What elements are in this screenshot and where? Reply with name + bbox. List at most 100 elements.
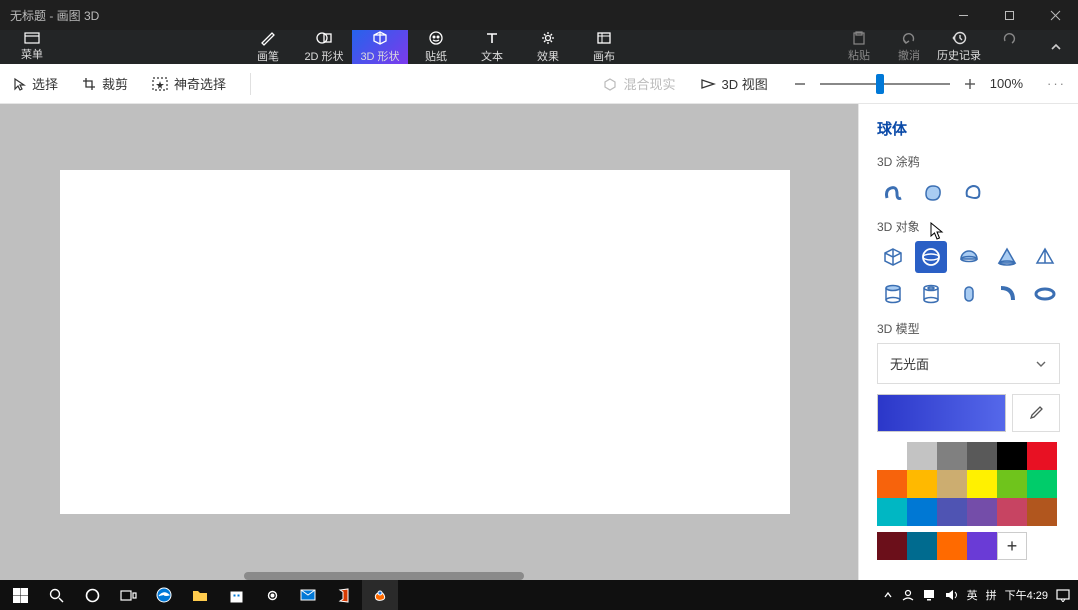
zoom-slider-track[interactable] (820, 83, 950, 85)
color-swatch[interactable] (907, 442, 937, 470)
maximize-button[interactable] (986, 0, 1032, 30)
people-icon[interactable] (901, 588, 915, 602)
cortana-icon (85, 588, 100, 603)
side-panel: 球体 3D 涂鸦 3D 对象 3D 模型 无光面 (858, 104, 1078, 580)
expand-menu-button[interactable]: 菜单 (0, 30, 64, 64)
shape-tube-doodle[interactable] (877, 176, 909, 208)
shape-sphere[interactable] (915, 241, 947, 273)
material-dropdown[interactable]: 无光面 (877, 343, 1060, 384)
color-swatch[interactable] (877, 498, 907, 526)
office-app[interactable] (326, 580, 362, 610)
doodle-section-label: 3D 涂鸦 (877, 153, 1060, 170)
tool-label: 混合现实 (624, 74, 676, 93)
shape-curve[interactable] (991, 278, 1023, 310)
custom-color-swatch[interactable] (877, 532, 907, 560)
notifications-icon[interactable] (1056, 589, 1070, 602)
zoom-slider-thumb[interactable] (876, 74, 884, 94)
edge-app[interactable] (146, 580, 182, 610)
paint3d-app[interactable] (362, 580, 398, 610)
color-swatch[interactable] (997, 442, 1027, 470)
color-swatch[interactable] (967, 498, 997, 526)
collapse-panel-button[interactable] (1034, 30, 1078, 64)
ime-lang[interactable]: 英 (967, 587, 978, 603)
ime-mode[interactable]: 拼 (986, 587, 997, 603)
color-swatch[interactable] (997, 498, 1027, 526)
chevron-up-icon[interactable] (883, 590, 893, 600)
tab-text[interactable]: 文本 (464, 30, 520, 64)
color-swatch[interactable] (1027, 442, 1057, 470)
tab-stickers[interactable]: 贴纸 (408, 30, 464, 64)
color-swatch[interactable] (937, 498, 967, 526)
eyedropper-button[interactable] (1012, 394, 1060, 432)
eyedropper-icon (1028, 405, 1044, 421)
brush-icon (259, 30, 277, 46)
shape-cone[interactable] (991, 241, 1023, 273)
add-color-button[interactable]: + (997, 532, 1027, 560)
more-button[interactable]: ··· (1047, 76, 1066, 91)
color-swatch[interactable] (937, 442, 967, 470)
horizontal-scrollbar[interactable] (244, 572, 524, 580)
zoom-in-button[interactable] (962, 76, 978, 92)
tab-brushes[interactable]: 画笔 (240, 30, 296, 64)
shape-cylinder[interactable] (877, 278, 909, 310)
shape-flat-doodle[interactable] (957, 176, 989, 208)
paste-button[interactable]: 粘贴 (834, 30, 884, 64)
custom-color-swatch[interactable] (967, 532, 997, 560)
settings-app[interactable] (254, 580, 290, 610)
window-title: 无标题 - 画图 3D (0, 7, 940, 24)
tab-2d-shapes[interactable]: 2D 形状 (296, 30, 352, 64)
shape-cube[interactable] (877, 241, 909, 273)
color-swatch[interactable] (1027, 498, 1057, 526)
minimize-button[interactable] (940, 0, 986, 30)
close-button[interactable] (1032, 0, 1078, 30)
volume-icon[interactable] (945, 589, 959, 601)
shape-soft-doodle[interactable] (917, 176, 949, 208)
task-view-button[interactable] (110, 580, 146, 610)
custom-color-swatch[interactable] (937, 532, 967, 560)
tool-label: 神奇选择 (174, 74, 226, 93)
color-swatch[interactable] (877, 442, 907, 470)
clock[interactable]: 下午4:29 (1005, 587, 1048, 603)
tab-canvas[interactable]: 画布 (576, 30, 632, 64)
search-button[interactable] (38, 580, 74, 610)
current-color-swatch[interactable] (877, 394, 1006, 432)
store-app[interactable] (218, 580, 254, 610)
redo-icon (1001, 31, 1017, 45)
color-swatch[interactable] (907, 470, 937, 498)
color-swatch[interactable] (877, 470, 907, 498)
canvas-viewport[interactable] (0, 104, 858, 580)
color-swatch[interactable] (967, 442, 997, 470)
explorer-app[interactable] (182, 580, 218, 610)
color-swatch[interactable] (907, 498, 937, 526)
cortana-button[interactable] (74, 580, 110, 610)
shape-pyramid[interactable] (1029, 241, 1061, 273)
view-3d-tool[interactable]: 3D 视图 (700, 74, 768, 93)
shape-torus[interactable] (1029, 278, 1061, 310)
view3d-icon (700, 77, 716, 91)
select-tool[interactable]: 选择 (12, 74, 58, 93)
separator (250, 73, 251, 95)
redo-button[interactable]: 重做 (984, 30, 1034, 64)
shape-capsule[interactable] (953, 278, 985, 310)
custom-color-swatch[interactable] (907, 532, 937, 560)
tab-3d-shapes[interactable]: 3D 形状 (352, 30, 408, 64)
tab-effects[interactable]: 效果 (520, 30, 576, 64)
color-swatch[interactable] (997, 470, 1027, 498)
shape-cylinder-hole[interactable] (915, 278, 947, 310)
canvas[interactable] (60, 170, 790, 514)
zoom-percent[interactable]: 100% (990, 76, 1023, 91)
color-swatch[interactable] (937, 470, 967, 498)
history-button[interactable]: 历史记录 (934, 30, 984, 64)
crop-tool[interactable]: 裁剪 (82, 74, 128, 93)
context-toolbar: 选择 裁剪 神奇选择 混合现实 3D 视图 100% ··· (0, 64, 1078, 104)
network-icon[interactable] (923, 589, 937, 601)
mail-app[interactable] (290, 580, 326, 610)
zoom-out-button[interactable] (792, 76, 808, 92)
magic-select-tool[interactable]: 神奇选择 (152, 74, 226, 93)
undo-button[interactable]: 撤消 (884, 30, 934, 64)
start-button[interactable] (2, 580, 38, 610)
windows-icon (13, 588, 28, 603)
color-swatch[interactable] (1027, 470, 1057, 498)
shape-hemisphere[interactable] (953, 241, 985, 273)
color-swatch[interactable] (967, 470, 997, 498)
